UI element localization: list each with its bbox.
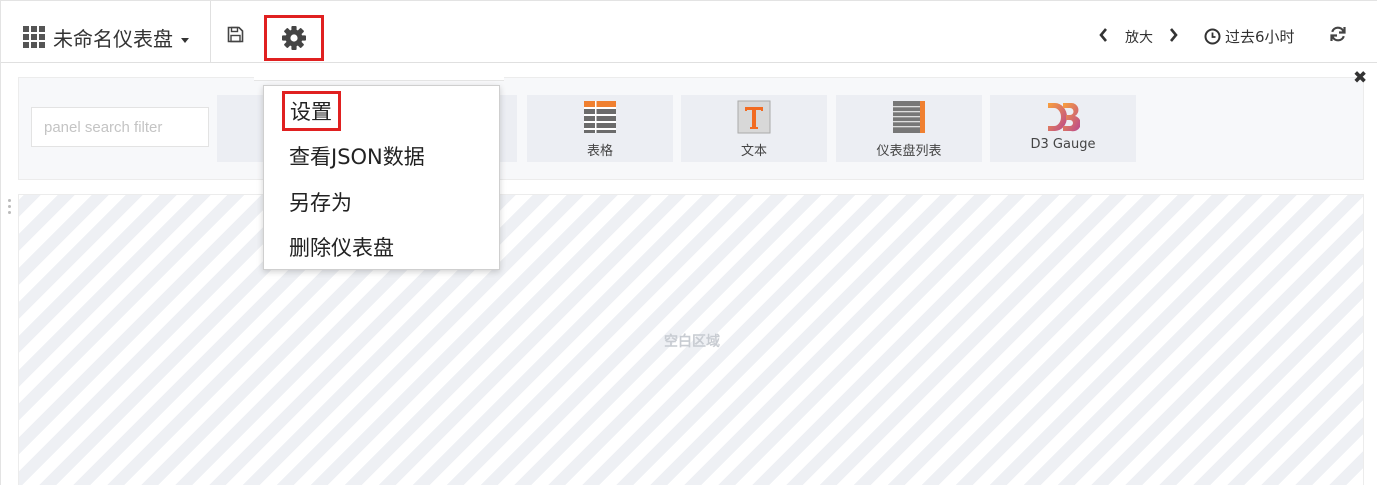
panel-card-d3-gauge[interactable]: D3 Gauge xyxy=(990,95,1136,162)
close-icon[interactable]: ✖ xyxy=(1353,69,1367,87)
dropdown-header xyxy=(254,63,504,81)
settings-dropdown-menu: 设置 查看JSON数据 另存为 删除仪表盘 xyxy=(263,85,500,270)
refresh-icon xyxy=(1330,26,1346,42)
table-icon xyxy=(583,100,617,134)
time-range-picker[interactable]: 过去6小时 xyxy=(1204,25,1295,47)
chevron-right-icon xyxy=(1170,28,1178,42)
menu-item-settings[interactable]: 设置 xyxy=(282,91,341,131)
caret-down-icon xyxy=(181,37,189,43)
drag-handle[interactable] xyxy=(8,199,12,214)
dashboard-grid-icon xyxy=(23,26,45,48)
save-button[interactable] xyxy=(223,23,247,45)
dashboard-page: 未命名仪表盘 放大 过去6小时 ✖ panel search filter 表格… xyxy=(0,0,1377,485)
panel-card-table[interactable]: 表格 xyxy=(527,95,673,162)
zoom-back-button[interactable] xyxy=(1096,25,1110,45)
refresh-button[interactable] xyxy=(1327,23,1349,45)
dashboard-title-dropdown[interactable]: 未命名仪表盘 xyxy=(23,23,189,51)
panel-card-dashboard-list[interactable]: 仪表盘列表 xyxy=(836,95,982,162)
empty-drop-zone: 空白区域 xyxy=(18,194,1364,485)
menu-item-view-json[interactable]: 查看JSON数据 xyxy=(289,141,425,171)
panel-card-text[interactable]: 文本 xyxy=(681,95,827,162)
panel-search-input[interactable] xyxy=(31,107,209,147)
navbar-divider xyxy=(210,1,211,63)
zoom-out-label[interactable]: 放大 xyxy=(1125,27,1153,47)
settings-button[interactable] xyxy=(264,15,324,61)
chevron-left-icon xyxy=(1099,28,1107,42)
zoom-forward-button[interactable] xyxy=(1167,25,1181,45)
menu-item-save-as[interactable]: 另存为 xyxy=(289,187,352,217)
text-icon xyxy=(737,100,771,134)
menu-item-delete-dashboard[interactable]: 删除仪表盘 xyxy=(289,232,394,262)
clock-icon xyxy=(1204,28,1221,44)
dashboard-title: 未命名仪表盘 xyxy=(53,26,173,51)
top-navbar: 未命名仪表盘 放大 过去6小时 xyxy=(1,1,1377,63)
empty-area-label: 空白区域 xyxy=(664,334,720,350)
panel-card-label: 表格 xyxy=(586,144,613,159)
panel-card-label: 仪表盘列表 xyxy=(876,144,942,159)
d3-gauge-icon xyxy=(1046,100,1080,134)
panel-card-label: D3 Gauge xyxy=(1030,137,1096,152)
panel-card-label: 文本 xyxy=(740,144,767,159)
dashboard-list-icon xyxy=(892,100,926,134)
gear-icon xyxy=(282,26,306,50)
time-range-label: 过去6小时 xyxy=(1225,27,1295,46)
save-icon xyxy=(227,26,243,42)
